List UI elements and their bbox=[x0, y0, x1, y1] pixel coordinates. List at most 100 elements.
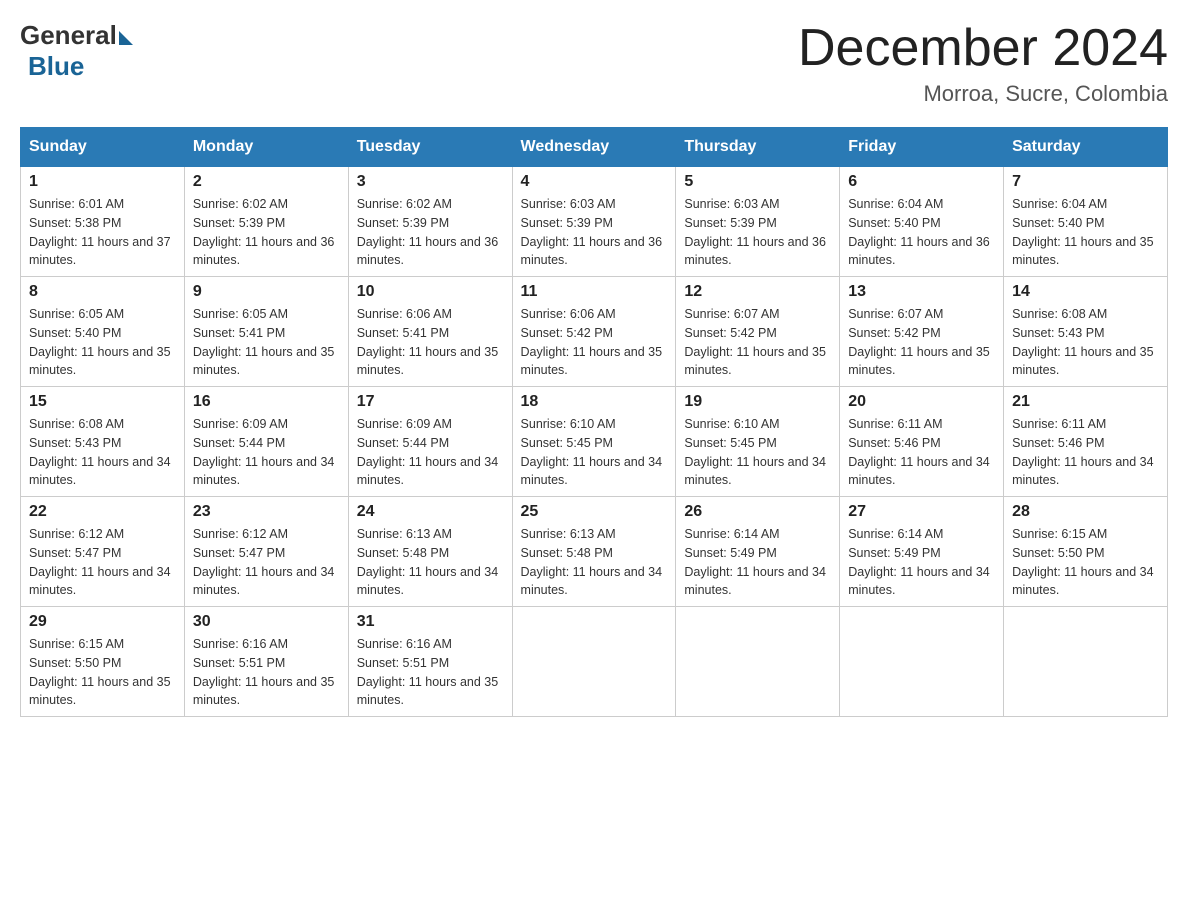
day-info: Sunrise: 6:09 AMSunset: 5:44 PMDaylight:… bbox=[357, 417, 499, 487]
weekday-header-wednesday: Wednesday bbox=[512, 128, 676, 167]
weekday-header-sunday: Sunday bbox=[21, 128, 185, 167]
calendar-week-row: 1 Sunrise: 6:01 AMSunset: 5:38 PMDayligh… bbox=[21, 167, 1168, 277]
day-info: Sunrise: 6:14 AMSunset: 5:49 PMDaylight:… bbox=[684, 527, 826, 597]
calendar-cell: 16 Sunrise: 6:09 AMSunset: 5:44 PMDaylig… bbox=[184, 387, 348, 497]
calendar-cell: 21 Sunrise: 6:11 AMSunset: 5:46 PMDaylig… bbox=[1004, 387, 1168, 497]
calendar-cell: 3 Sunrise: 6:02 AMSunset: 5:39 PMDayligh… bbox=[348, 167, 512, 277]
day-info: Sunrise: 6:01 AMSunset: 5:38 PMDaylight:… bbox=[29, 197, 171, 267]
calendar-cell: 23 Sunrise: 6:12 AMSunset: 5:47 PMDaylig… bbox=[184, 497, 348, 607]
calendar-cell: 25 Sunrise: 6:13 AMSunset: 5:48 PMDaylig… bbox=[512, 497, 676, 607]
calendar-cell: 29 Sunrise: 6:15 AMSunset: 5:50 PMDaylig… bbox=[21, 607, 185, 717]
calendar-cell: 10 Sunrise: 6:06 AMSunset: 5:41 PMDaylig… bbox=[348, 277, 512, 387]
calendar-cell: 2 Sunrise: 6:02 AMSunset: 5:39 PMDayligh… bbox=[184, 167, 348, 277]
calendar-cell: 22 Sunrise: 6:12 AMSunset: 5:47 PMDaylig… bbox=[21, 497, 185, 607]
day-number: 29 bbox=[29, 613, 176, 631]
calendar-cell: 20 Sunrise: 6:11 AMSunset: 5:46 PMDaylig… bbox=[840, 387, 1004, 497]
day-number: 9 bbox=[193, 283, 340, 301]
calendar-cell: 5 Sunrise: 6:03 AMSunset: 5:39 PMDayligh… bbox=[676, 167, 840, 277]
day-info: Sunrise: 6:07 AMSunset: 5:42 PMDaylight:… bbox=[684, 307, 826, 377]
day-number: 15 bbox=[29, 393, 176, 411]
weekday-header-tuesday: Tuesday bbox=[348, 128, 512, 167]
day-info: Sunrise: 6:04 AMSunset: 5:40 PMDaylight:… bbox=[848, 197, 990, 267]
day-number: 3 bbox=[357, 173, 504, 191]
title-block: December 2024 Morroa, Sucre, Colombia bbox=[798, 20, 1168, 107]
day-info: Sunrise: 6:08 AMSunset: 5:43 PMDaylight:… bbox=[1012, 307, 1154, 377]
day-info: Sunrise: 6:05 AMSunset: 5:40 PMDaylight:… bbox=[29, 307, 171, 377]
day-number: 18 bbox=[521, 393, 668, 411]
day-info: Sunrise: 6:03 AMSunset: 5:39 PMDaylight:… bbox=[521, 197, 663, 267]
day-info: Sunrise: 6:09 AMSunset: 5:44 PMDaylight:… bbox=[193, 417, 335, 487]
weekday-header-row: SundayMondayTuesdayWednesdayThursdayFrid… bbox=[21, 128, 1168, 167]
calendar-week-row: 8 Sunrise: 6:05 AMSunset: 5:40 PMDayligh… bbox=[21, 277, 1168, 387]
calendar-cell: 6 Sunrise: 6:04 AMSunset: 5:40 PMDayligh… bbox=[840, 167, 1004, 277]
day-info: Sunrise: 6:02 AMSunset: 5:39 PMDaylight:… bbox=[357, 197, 499, 267]
calendar-week-row: 29 Sunrise: 6:15 AMSunset: 5:50 PMDaylig… bbox=[21, 607, 1168, 717]
calendar-cell: 7 Sunrise: 6:04 AMSunset: 5:40 PMDayligh… bbox=[1004, 167, 1168, 277]
day-number: 1 bbox=[29, 173, 176, 191]
calendar-table: SundayMondayTuesdayWednesdayThursdayFrid… bbox=[20, 127, 1168, 717]
calendar-cell: 31 Sunrise: 6:16 AMSunset: 5:51 PMDaylig… bbox=[348, 607, 512, 717]
weekday-header-thursday: Thursday bbox=[676, 128, 840, 167]
day-info: Sunrise: 6:03 AMSunset: 5:39 PMDaylight:… bbox=[684, 197, 826, 267]
logo-general: General bbox=[20, 20, 117, 51]
calendar-cell: 30 Sunrise: 6:16 AMSunset: 5:51 PMDaylig… bbox=[184, 607, 348, 717]
calendar-cell: 24 Sunrise: 6:13 AMSunset: 5:48 PMDaylig… bbox=[348, 497, 512, 607]
calendar-week-row: 15 Sunrise: 6:08 AMSunset: 5:43 PMDaylig… bbox=[21, 387, 1168, 497]
day-info: Sunrise: 6:07 AMSunset: 5:42 PMDaylight:… bbox=[848, 307, 990, 377]
day-number: 5 bbox=[684, 173, 831, 191]
day-info: Sunrise: 6:14 AMSunset: 5:49 PMDaylight:… bbox=[848, 527, 990, 597]
day-info: Sunrise: 6:15 AMSunset: 5:50 PMDaylight:… bbox=[29, 637, 171, 707]
calendar-cell: 28 Sunrise: 6:15 AMSunset: 5:50 PMDaylig… bbox=[1004, 497, 1168, 607]
day-info: Sunrise: 6:12 AMSunset: 5:47 PMDaylight:… bbox=[193, 527, 335, 597]
day-info: Sunrise: 6:05 AMSunset: 5:41 PMDaylight:… bbox=[193, 307, 335, 377]
calendar-cell: 8 Sunrise: 6:05 AMSunset: 5:40 PMDayligh… bbox=[21, 277, 185, 387]
calendar-cell: 11 Sunrise: 6:06 AMSunset: 5:42 PMDaylig… bbox=[512, 277, 676, 387]
calendar-cell: 1 Sunrise: 6:01 AMSunset: 5:38 PMDayligh… bbox=[21, 167, 185, 277]
day-number: 27 bbox=[848, 503, 995, 521]
calendar-cell bbox=[676, 607, 840, 717]
day-info: Sunrise: 6:06 AMSunset: 5:41 PMDaylight:… bbox=[357, 307, 499, 377]
day-info: Sunrise: 6:11 AMSunset: 5:46 PMDaylight:… bbox=[1012, 417, 1154, 487]
location-title: Morroa, Sucre, Colombia bbox=[798, 81, 1168, 107]
day-number: 8 bbox=[29, 283, 176, 301]
calendar-cell: 4 Sunrise: 6:03 AMSunset: 5:39 PMDayligh… bbox=[512, 167, 676, 277]
day-number: 23 bbox=[193, 503, 340, 521]
day-number: 16 bbox=[193, 393, 340, 411]
day-number: 26 bbox=[684, 503, 831, 521]
weekday-header-saturday: Saturday bbox=[1004, 128, 1168, 167]
calendar-cell: 27 Sunrise: 6:14 AMSunset: 5:49 PMDaylig… bbox=[840, 497, 1004, 607]
day-number: 17 bbox=[357, 393, 504, 411]
day-info: Sunrise: 6:11 AMSunset: 5:46 PMDaylight:… bbox=[848, 417, 990, 487]
day-number: 30 bbox=[193, 613, 340, 631]
day-info: Sunrise: 6:12 AMSunset: 5:47 PMDaylight:… bbox=[29, 527, 171, 597]
day-info: Sunrise: 6:10 AMSunset: 5:45 PMDaylight:… bbox=[684, 417, 826, 487]
logo-blue: Blue bbox=[28, 51, 84, 82]
day-info: Sunrise: 6:10 AMSunset: 5:45 PMDaylight:… bbox=[521, 417, 663, 487]
calendar-cell bbox=[1004, 607, 1168, 717]
day-number: 21 bbox=[1012, 393, 1159, 411]
day-number: 19 bbox=[684, 393, 831, 411]
calendar-week-row: 22 Sunrise: 6:12 AMSunset: 5:47 PMDaylig… bbox=[21, 497, 1168, 607]
day-number: 28 bbox=[1012, 503, 1159, 521]
day-info: Sunrise: 6:02 AMSunset: 5:39 PMDaylight:… bbox=[193, 197, 335, 267]
day-info: Sunrise: 6:13 AMSunset: 5:48 PMDaylight:… bbox=[521, 527, 663, 597]
day-info: Sunrise: 6:04 AMSunset: 5:40 PMDaylight:… bbox=[1012, 197, 1154, 267]
day-info: Sunrise: 6:16 AMSunset: 5:51 PMDaylight:… bbox=[193, 637, 335, 707]
day-number: 12 bbox=[684, 283, 831, 301]
day-number: 7 bbox=[1012, 173, 1159, 191]
day-info: Sunrise: 6:08 AMSunset: 5:43 PMDaylight:… bbox=[29, 417, 171, 487]
day-number: 13 bbox=[848, 283, 995, 301]
day-number: 14 bbox=[1012, 283, 1159, 301]
day-number: 22 bbox=[29, 503, 176, 521]
day-number: 4 bbox=[521, 173, 668, 191]
calendar-cell: 14 Sunrise: 6:08 AMSunset: 5:43 PMDaylig… bbox=[1004, 277, 1168, 387]
day-number: 24 bbox=[357, 503, 504, 521]
day-info: Sunrise: 6:06 AMSunset: 5:42 PMDaylight:… bbox=[521, 307, 663, 377]
logo-arrow-icon bbox=[119, 31, 133, 45]
day-number: 10 bbox=[357, 283, 504, 301]
page-header: General Blue December 2024 Morroa, Sucre… bbox=[20, 20, 1168, 107]
calendar-cell: 18 Sunrise: 6:10 AMSunset: 5:45 PMDaylig… bbox=[512, 387, 676, 497]
calendar-cell: 9 Sunrise: 6:05 AMSunset: 5:41 PMDayligh… bbox=[184, 277, 348, 387]
day-info: Sunrise: 6:13 AMSunset: 5:48 PMDaylight:… bbox=[357, 527, 499, 597]
weekday-header-monday: Monday bbox=[184, 128, 348, 167]
